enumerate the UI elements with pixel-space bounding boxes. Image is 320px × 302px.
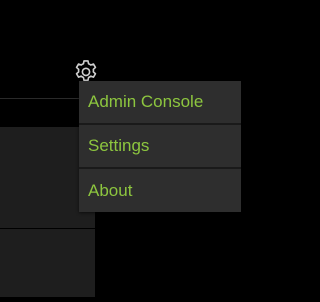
menu-item-admin-console[interactable]: Admin Console (79, 81, 241, 123)
menu-item-settings[interactable]: Settings (79, 125, 241, 167)
menu-item-label: Settings (88, 136, 150, 155)
settings-dropdown-menu: Admin Console Settings About (79, 81, 241, 212)
panel-divider (0, 228, 95, 229)
app-window: Admin Console Settings About (0, 0, 295, 302)
menu-item-label: Admin Console (88, 92, 204, 111)
header-divider (0, 98, 79, 99)
menu-item-about[interactable]: About (79, 169, 241, 212)
menu-item-label: About (88, 180, 133, 200)
